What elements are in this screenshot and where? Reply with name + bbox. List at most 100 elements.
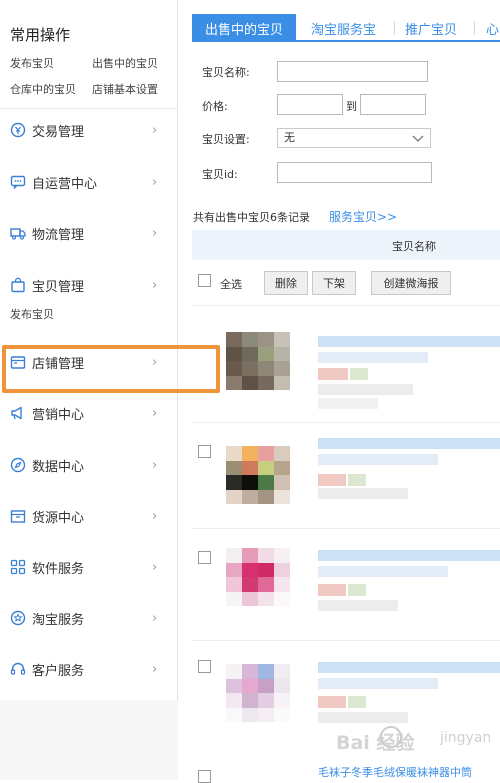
quick-link-publish[interactable]: 发布宝贝 xyxy=(10,55,54,71)
sidebar-item-label: 自运营中心 xyxy=(32,176,98,192)
product-title-blurred xyxy=(318,352,428,363)
product-setting-select[interactable]: 无 xyxy=(277,128,431,148)
compass-icon xyxy=(10,457,26,473)
sidebar-item-label: 交易管理 xyxy=(32,124,85,140)
row-checkbox[interactable] xyxy=(198,660,211,673)
common-operations-title: 常用操作 xyxy=(10,26,71,44)
sidebar-divider xyxy=(0,108,178,109)
product-tag xyxy=(348,474,366,486)
product-meta-blurred xyxy=(318,488,408,499)
tab-divider xyxy=(474,21,475,35)
sidebar-item-label: 软件服务 xyxy=(32,561,85,577)
product-title-blurred xyxy=(318,678,438,689)
baidu-watermark-sub: jingyan xyxy=(440,730,492,746)
quick-link-on-sale[interactable]: 出售中的宝贝 xyxy=(92,55,158,71)
product-thumbnail[interactable] xyxy=(226,446,290,504)
chevron-right-icon: › xyxy=(152,661,158,677)
product-thumbnail[interactable] xyxy=(226,548,290,606)
sidebar-item-data[interactable]: 数据中心 › xyxy=(0,450,178,480)
row-checkbox[interactable] xyxy=(198,445,211,458)
sidebar-item-software[interactable]: 软件服务 › xyxy=(0,552,178,582)
sidebar-item-trade[interactable]: 交易管理 › xyxy=(0,115,178,145)
sidebar-item-customer-service[interactable]: 客户服务 › xyxy=(0,654,178,684)
row-divider xyxy=(192,528,500,529)
tab-promote[interactable]: 推广宝贝 xyxy=(405,14,457,42)
sidebar-item-product[interactable]: 宝贝管理 › xyxy=(0,270,178,300)
baidu-watermark: Bai 经验 xyxy=(336,732,415,754)
chevron-down-icon xyxy=(412,129,424,153)
product-title-blurred[interactable] xyxy=(318,438,500,449)
quick-link-shop-settings[interactable]: 店铺基本设置 xyxy=(92,81,158,97)
product-title-blurred[interactable] xyxy=(318,550,500,561)
sub-link-publish-product[interactable]: 发布宝贝 xyxy=(10,306,54,322)
service-products-link[interactable]: 服务宝贝>> xyxy=(329,208,397,225)
tab-on-sale[interactable]: 出售中的宝贝 xyxy=(192,14,296,42)
price-max-input[interactable] xyxy=(360,94,426,115)
quick-link-warehouse[interactable]: 仓库中的宝贝 xyxy=(10,81,76,97)
sidebar-item-self-operation[interactable]: 自运营中心 › xyxy=(0,167,178,197)
chevron-right-icon: › xyxy=(152,559,158,575)
product-thumbnail[interactable] xyxy=(226,664,290,722)
product-title-blurred xyxy=(318,566,448,577)
product-tag xyxy=(348,696,366,708)
sidebar-item-label: 淘宝服务 xyxy=(32,612,85,628)
product-tag xyxy=(318,584,346,596)
create-poster-button[interactable]: 创建微海报 xyxy=(371,271,451,295)
sidebar-item-taobao-service[interactable]: 淘宝服务 › xyxy=(0,603,178,633)
product-name-input[interactable] xyxy=(277,61,428,82)
product-name-label: 宝贝名称: xyxy=(202,66,250,79)
product-title-blurred[interactable] xyxy=(318,662,500,673)
product-tag xyxy=(318,474,346,486)
column-product-name: 宝贝名称 xyxy=(392,240,436,253)
chevron-right-icon: › xyxy=(152,508,158,524)
sidebar-item-label: 数据中心 xyxy=(32,459,85,475)
product-tag xyxy=(318,368,348,380)
star-badge-icon xyxy=(10,610,26,626)
row-checkbox[interactable] xyxy=(198,551,211,564)
sidebar-item-marketing[interactable]: 营销中心 › xyxy=(0,398,178,428)
product-title-blurred[interactable] xyxy=(318,336,500,347)
sidebar-item-label: 客户服务 xyxy=(32,663,85,679)
sidebar-item-supply[interactable]: 货源中心 › xyxy=(0,501,178,531)
price-range-separator: 到 xyxy=(346,100,357,113)
product-setting-label: 宝贝设置: xyxy=(202,133,250,146)
sidebar-item-label: 货源中心 xyxy=(32,510,85,526)
delete-button[interactable]: 删除 xyxy=(264,271,308,295)
megaphone-icon xyxy=(10,405,26,421)
tab-divider xyxy=(394,21,395,35)
row-checkbox[interactable] xyxy=(198,770,211,783)
tab-bar: 出售中的宝贝 淘宝服务宝 推广宝贝 心 xyxy=(192,14,500,42)
product-tag xyxy=(318,696,346,708)
delist-button[interactable]: 下架 xyxy=(312,271,356,295)
tab-more[interactable]: 心 xyxy=(486,14,499,42)
truck-icon xyxy=(10,225,26,241)
sidebar-footer xyxy=(0,700,178,780)
sidebar-item-label: 营销中心 xyxy=(32,407,85,423)
grid-icon xyxy=(10,559,26,575)
select-all-checkbox[interactable] xyxy=(198,274,211,287)
row-divider xyxy=(192,305,500,306)
product-title[interactable]: 毛袜子冬季毛绒保暖袜神器中筒 xyxy=(318,764,472,780)
product-title-blurred xyxy=(318,454,438,465)
currency-circle-icon xyxy=(10,122,26,138)
product-meta-blurred xyxy=(318,712,408,723)
tab-taobao-service[interactable]: 淘宝服务宝 xyxy=(311,14,376,42)
row-divider xyxy=(192,640,500,641)
price-min-input[interactable] xyxy=(277,94,343,115)
select-all-label: 全选 xyxy=(220,278,242,291)
product-meta-blurred xyxy=(318,398,378,409)
product-thumbnail[interactable] xyxy=(226,332,290,390)
row-divider xyxy=(192,422,500,423)
chevron-right-icon: › xyxy=(152,405,158,421)
product-id-input[interactable] xyxy=(277,162,432,183)
box-icon xyxy=(10,508,26,524)
product-meta-blurred xyxy=(318,600,398,611)
sidebar-item-logistics[interactable]: 物流管理 › xyxy=(0,218,178,248)
product-tag xyxy=(350,368,368,380)
record-count: 共有出售中宝贝6条记录 xyxy=(193,211,310,224)
product-tag xyxy=(348,584,366,596)
bag-icon xyxy=(10,277,26,293)
price-label: 价格: xyxy=(202,100,228,113)
chat-bubble-icon xyxy=(10,174,26,190)
chevron-right-icon: › xyxy=(152,174,158,190)
